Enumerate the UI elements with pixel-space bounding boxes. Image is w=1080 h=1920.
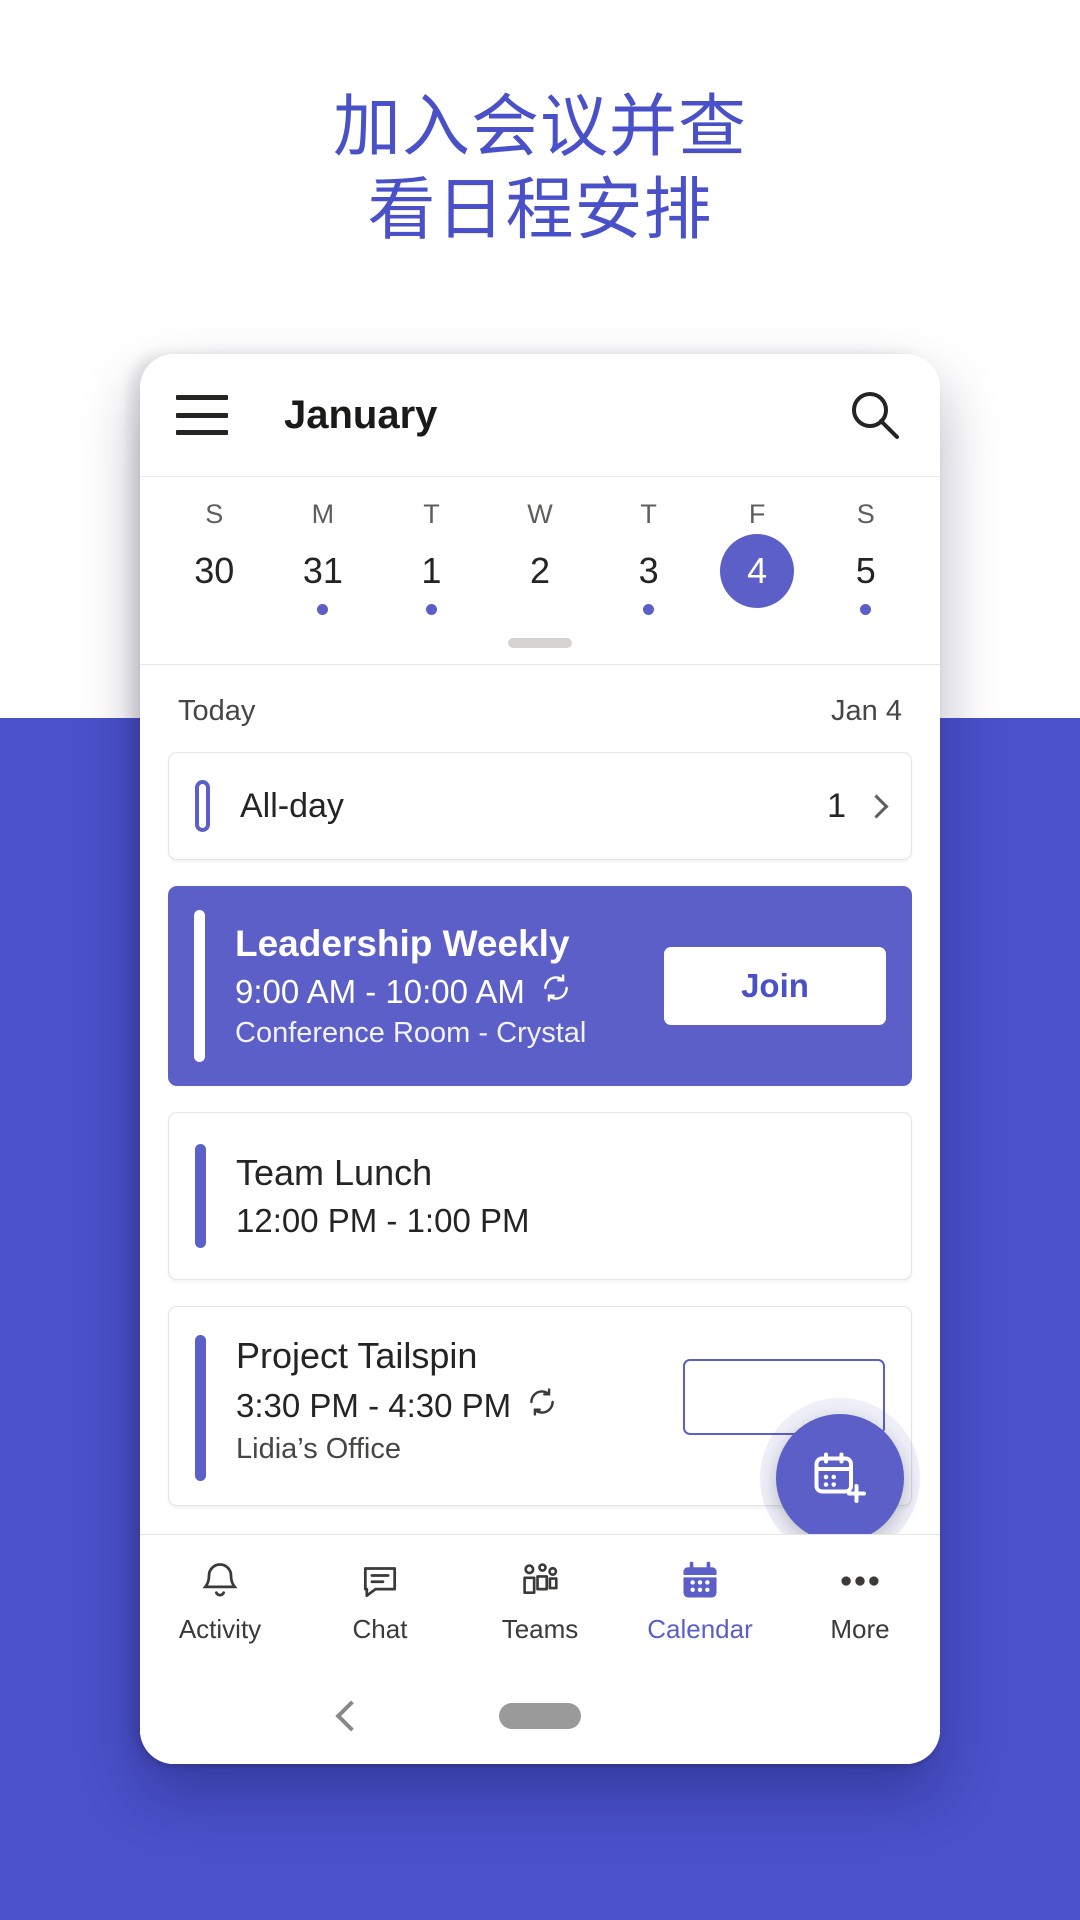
event-location: Lidia’s Office: [236, 1433, 401, 1465]
nav-item-calendar[interactable]: Calendar: [620, 1558, 780, 1645]
day-cell-1[interactable]: 31: [269, 534, 378, 628]
chat-icon: [358, 1558, 402, 1604]
agenda-today-label: Today: [178, 695, 256, 727]
system-navigation-bar: [140, 1668, 940, 1764]
event-title: Team Lunch: [236, 1152, 433, 1193]
recurrence-icon: [539, 971, 573, 1013]
hamburger-menu-icon[interactable]: [176, 395, 228, 435]
search-icon[interactable]: [846, 386, 904, 444]
phone-screen: January S M T W T F S 30 31 1 2 3 4 5 To…: [140, 354, 940, 1764]
event-card-leadership-weekly[interactable]: Leadership Weekly 9:00 AM - 10:00 AM Con…: [168, 886, 912, 1086]
event-accent-bar: [194, 910, 205, 1062]
day-cell-2[interactable]: 1: [377, 534, 486, 628]
app-bar: January: [140, 354, 940, 476]
calendar-expand-handle[interactable]: [160, 628, 920, 664]
agenda-date-label: Jan 4: [831, 695, 902, 727]
event-card-team-lunch[interactable]: Team Lunch 12:00 PM - 1:00 PM: [168, 1112, 912, 1280]
bell-icon: [198, 1558, 242, 1604]
nav-item-activity[interactable]: Activity: [140, 1558, 300, 1645]
event-dot: [643, 604, 655, 615]
recurrence-icon: [525, 1385, 559, 1427]
nav-item-chat[interactable]: Chat: [300, 1558, 460, 1645]
day-cell-4[interactable]: 3: [594, 534, 703, 628]
all-day-count: 1: [827, 786, 846, 825]
phone-device-frame: January S M T W T F S 30 31 1 2 3 4 5 To…: [140, 354, 940, 1764]
nav-item-more[interactable]: More: [780, 1558, 940, 1645]
weekday-label: M: [311, 499, 335, 529]
event-dot: [425, 604, 437, 615]
day-cell-6[interactable]: 5: [811, 534, 920, 628]
join-button[interactable]: Join: [664, 947, 886, 1025]
weekday-label: S: [856, 499, 875, 529]
event-details: Project Tailspin 3:30 PM - 4:30 PM Lidia…: [236, 1335, 559, 1466]
event-dot: [317, 604, 329, 615]
calendar-icon: [678, 1558, 722, 1604]
event-title: Project Tailspin: [236, 1335, 478, 1376]
chevron-right-icon[interactable]: [864, 793, 889, 819]
week-strip: S M T W T F S 30 31 1 2 3 4 5: [140, 476, 940, 664]
weekday-label: W: [527, 499, 553, 529]
all-day-row[interactable]: All-day 1: [168, 752, 912, 860]
event-time-row: 9:00 AM - 10:00 AM: [235, 971, 664, 1013]
teams-icon: [517, 1558, 563, 1604]
nav-label: More: [830, 1614, 890, 1644]
nav-label: Calendar: [647, 1614, 753, 1644]
day-number-selected: 4: [720, 534, 795, 608]
event-time: 3:30 PM - 4:30 PM: [236, 1387, 512, 1424]
back-chevron-icon[interactable]: [335, 1700, 367, 1732]
weekday-date-row: 30 31 1 2 3 4 5: [160, 534, 920, 628]
day-number: 30: [194, 550, 235, 591]
home-pill-indicator[interactable]: [499, 1703, 581, 1729]
day-cell-0[interactable]: 30: [160, 534, 269, 628]
event-location: Conference Room - Crystal: [235, 1016, 587, 1049]
event-time-row: 3:30 PM - 4:30 PM: [236, 1385, 559, 1427]
drag-handle-pill: [508, 638, 572, 648]
all-day-accent-bar: [195, 780, 210, 832]
day-cell-3[interactable]: 2: [486, 534, 595, 628]
promo-headline: 加入会议并查 看日程安排: [332, 89, 747, 248]
event-time: 12:00 PM - 1:00 PM: [236, 1202, 530, 1239]
event-time: 9:00 AM - 10:00 AM: [235, 972, 525, 1010]
agenda-header: Today Jan 4: [168, 665, 912, 752]
event-details: Team Lunch 12:00 PM - 1:00 PM: [236, 1152, 529, 1240]
day-number: 3: [638, 550, 659, 591]
day-number: 2: [530, 550, 551, 591]
nav-label: Activity: [178, 1614, 262, 1644]
event-title: Leadership Weekly: [235, 922, 570, 964]
all-day-label: All-day: [240, 786, 344, 825]
day-number: 31: [302, 550, 343, 591]
event-dot: [860, 604, 872, 615]
weekday-label: S: [205, 499, 224, 529]
day-number: 5: [855, 550, 876, 591]
bottom-navigation-bar: Activity Chat Teams Calendar More: [140, 1534, 940, 1668]
weekday-label: T: [640, 499, 657, 529]
nav-item-teams[interactable]: Teams: [460, 1558, 620, 1645]
weekday-label-row: S M T W T F S: [160, 477, 920, 534]
add-event-calendar-icon[interactable]: [776, 1414, 904, 1534]
nav-label: Chat: [352, 1614, 408, 1644]
day-cell-5-selected[interactable]: 4: [703, 534, 812, 628]
weekday-label: F: [748, 499, 766, 529]
day-number: 1: [421, 550, 442, 591]
weekday-label: T: [423, 499, 440, 529]
event-details: Leadership Weekly 9:00 AM - 10:00 AM Con…: [235, 910, 664, 1062]
nav-label: Teams: [501, 1614, 579, 1644]
event-accent-bar: [195, 1144, 206, 1248]
more-dots-icon: [834, 1558, 886, 1604]
page-title: January: [284, 392, 438, 437]
event-accent-bar: [195, 1335, 206, 1481]
agenda-list[interactable]: Today Jan 4 All-day 1 Leadership Weekly …: [140, 664, 940, 1534]
